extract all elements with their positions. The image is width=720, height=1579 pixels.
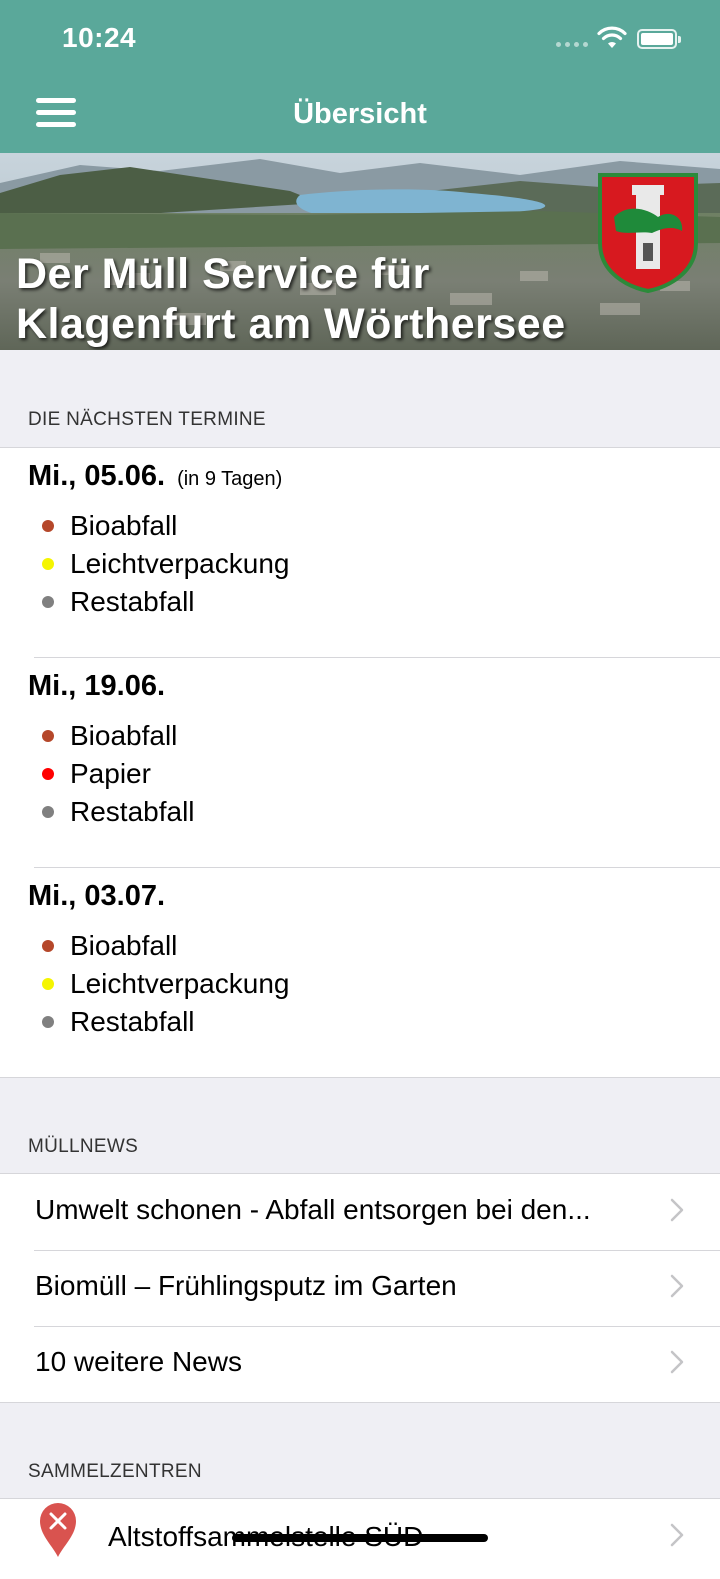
waste-color-dot [42,596,54,608]
status-bar: 10:24 [0,0,720,78]
waste-color-dot [42,730,54,742]
wifi-icon [597,26,627,48]
status-time: 10:24 [62,22,137,53]
waste-type-label: Bioabfall [70,510,178,541]
section-header-muellnews: MÜLLNEWS [28,1136,139,1157]
chevron-right-icon [670,1350,684,1374]
battery-icon [637,29,681,49]
news-item[interactable]: Biomüll – Frühlingsputz im Garten [0,1250,720,1326]
waste-color-dot [42,978,54,990]
section-header-sammelzentren: SAMMELZENTREN [28,1461,202,1482]
waste-color-dot [42,806,54,818]
waste-type-label: Restabfall [70,1006,195,1037]
waste-type-label: Papier [70,758,151,789]
header-banner: Der Müll Service für Klagenfurt am Wörth… [0,153,720,350]
waste-type-label: Restabfall [70,796,195,827]
news-item-label: Biomüll – Frühlingsputz im Garten [35,1270,457,1301]
cellular-signal-icon [556,42,588,47]
waste-type-label: Bioabfall [70,930,178,961]
termin-date: Mi., 03.07. [28,880,166,912]
waste-type-label: Bioabfall [70,720,178,751]
news-item-label: Umwelt schonen - Abfall entsorgen bei de… [35,1194,591,1225]
chevron-right-icon [670,1274,684,1298]
termin-date: Mi., 19.06. [28,670,166,702]
termine-list: Mi., 05.06. (in 9 Tagen) Bioabfall Leich… [0,447,720,1078]
banner-title-line2: Klagenfurt am Wörthersee [16,300,566,348]
section-header-termine: DIE NÄCHSTEN TERMINE [28,409,266,430]
navigation-bar: Übersicht [0,78,720,153]
banner-title: Der Müll Service für Klagenfurt am Wörth… [16,249,566,349]
more-news-item[interactable]: 10 weitere News [0,1326,720,1402]
waste-color-dot [42,1016,54,1028]
waste-type-label: Leichtverpackung [70,968,290,999]
termin-date: Mi., 05.06. [28,460,166,492]
news-item[interactable]: Umwelt schonen - Abfall entsorgen bei de… [0,1174,720,1250]
chevron-right-icon [670,1198,684,1222]
page-title: Übersicht [293,98,427,130]
waste-color-dot [42,558,54,570]
map-pin-icon [40,1503,76,1557]
waste-color-dot [42,768,54,780]
news-item-label: 10 weitere News [35,1346,242,1377]
chevron-right-icon [670,1523,684,1547]
klagenfurt-crest-logo [598,173,698,293]
termin-relative: (in 9 Tagen) [177,468,283,490]
waste-color-dot [42,940,54,952]
news-list: Umwelt schonen - Abfall entsorgen bei de… [0,1173,720,1403]
waste-color-dot [42,520,54,532]
banner-title-line1: Der Müll Service für [16,250,430,298]
divider [34,867,720,868]
waste-type-label: Leichtverpackung [70,548,290,579]
waste-type-label: Restabfall [70,586,195,617]
home-indicator[interactable] [232,1534,488,1542]
divider [34,657,720,658]
